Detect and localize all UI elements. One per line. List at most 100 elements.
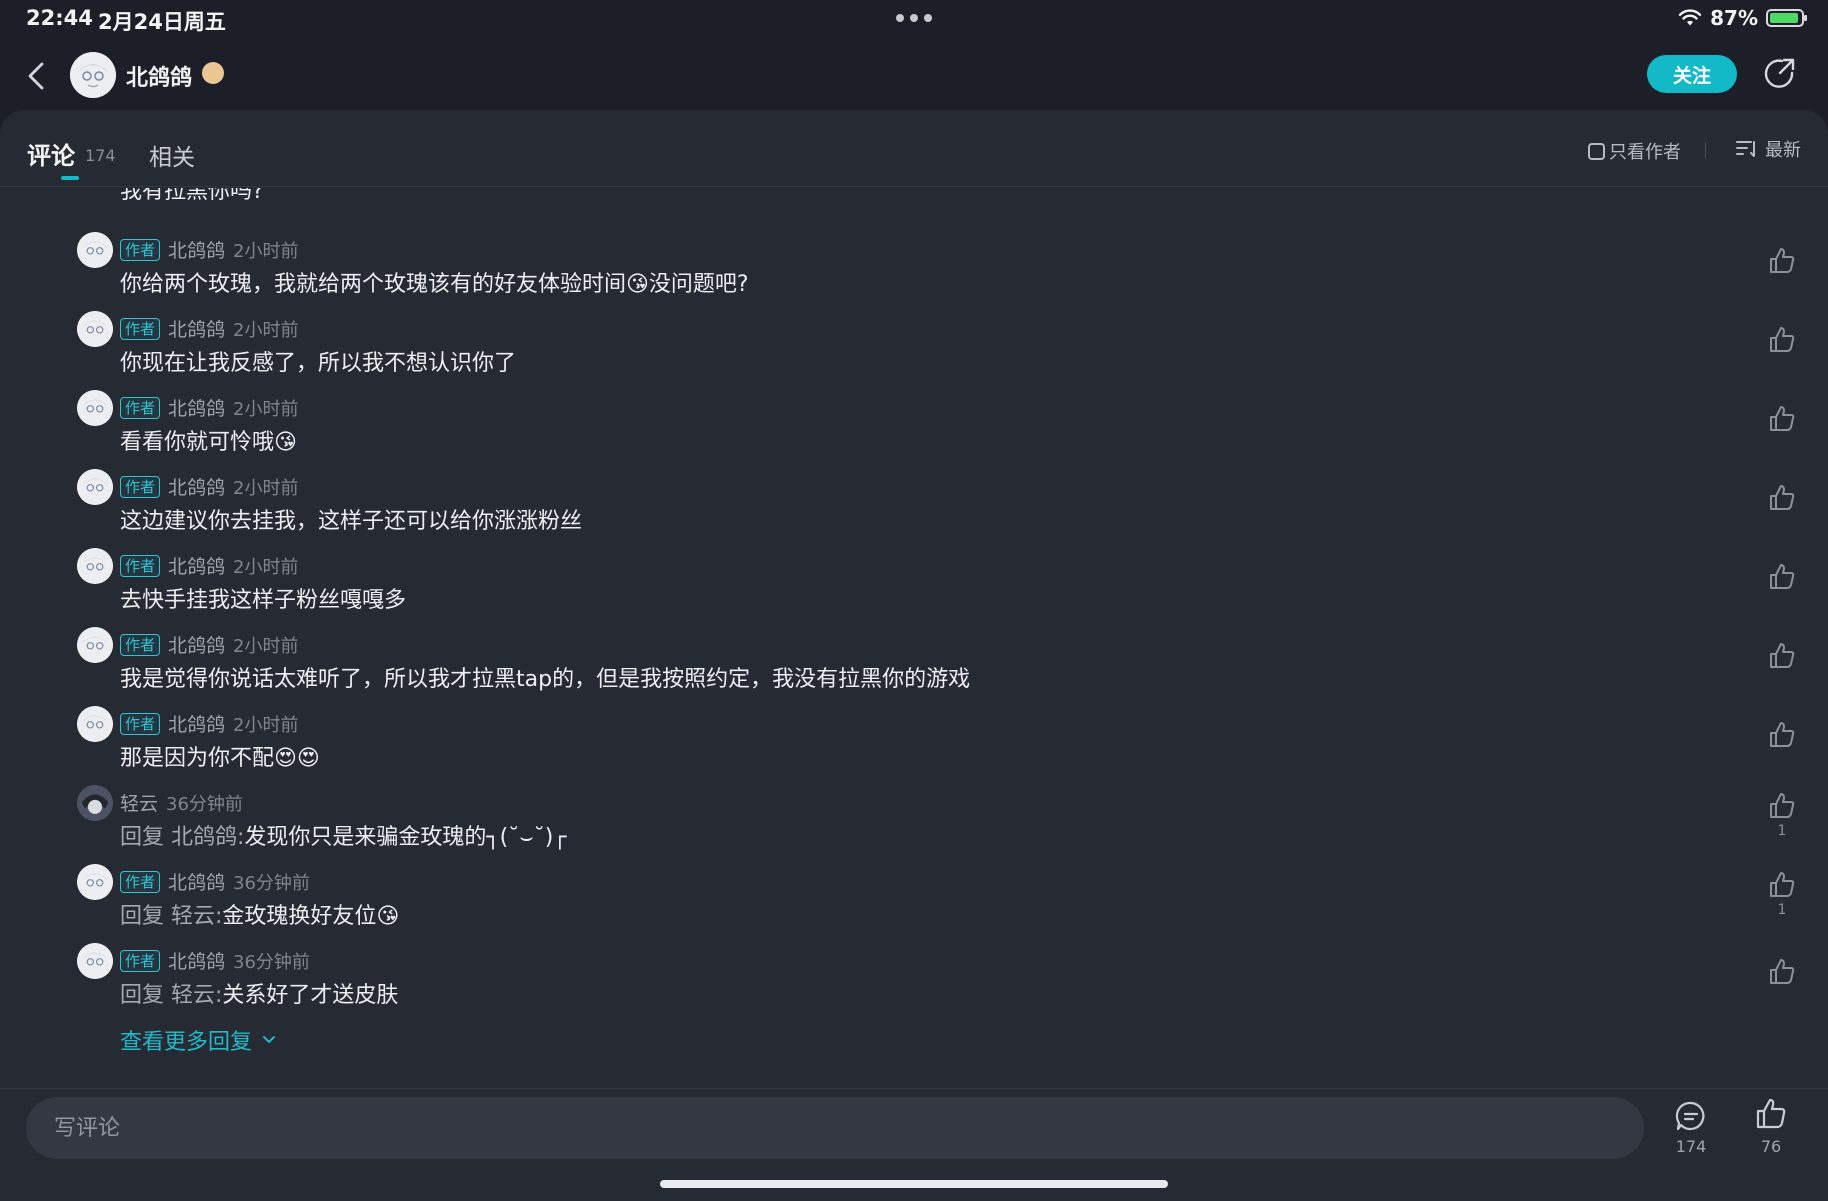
commenter-name[interactable]: 北鸽鸽 <box>168 315 225 342</box>
thumbs-up-icon[interactable] <box>1767 791 1797 821</box>
author-tag: 作者 <box>120 396 161 419</box>
avatar[interactable] <box>77 706 113 742</box>
comment-text[interactable]: 回复 轻云:金玫瑰换好友位😘 <box>120 898 399 930</box>
author-tag: 作者 <box>120 633 161 656</box>
comment-time: 2小时前 <box>233 556 299 578</box>
comment-time: 36分钟前 <box>166 793 243 815</box>
comment-row: 作者 北鸽鸽 2小时前这边建议你去挂我，这样子还可以给你涨涨粉丝 <box>0 465 1828 544</box>
comment-time: 36分钟前 <box>233 872 310 894</box>
only-author-toggle[interactable]: 只看作者 <box>1588 138 1681 164</box>
tab-related[interactable]: 相关 <box>149 138 195 172</box>
comment-text: 我有拉黑你吗? <box>120 188 264 204</box>
comment-text[interactable]: 去快手挂我这样子粉丝嘎嘎多 <box>120 582 406 614</box>
tab-comments[interactable]: 评论 <box>27 136 75 171</box>
home-indicator[interactable] <box>660 1180 1168 1188</box>
top-header: 北鸽鸽 关注 <box>0 44 1828 108</box>
comment-text[interactable]: 我是觉得你说话太难听了，所以我才拉黑tap的，但是我按照约定，我没有拉黑你的游戏 <box>120 661 970 693</box>
comment-body: 这边建议你去挂我，这样子还可以给你涨涨粉丝 <box>120 509 583 534</box>
comment-row: 轻云 36分钟前回复 北鸽鸽:发现你只是来骗金玫瑰的┐(˘⌣˘)┌ 1 <box>0 781 1828 860</box>
user-avatar[interactable] <box>70 52 116 98</box>
comment-like-count: 1 <box>1777 823 1787 839</box>
avatar[interactable] <box>77 785 113 821</box>
user-badge-icon <box>202 62 224 84</box>
thumbs-up-icon[interactable] <box>1767 957 1797 987</box>
comment-meta: 作者 北鸽鸽 2小时前 <box>120 236 298 263</box>
comment-text[interactable]: 那是因为你不配😍😍 <box>120 740 320 772</box>
comment-row-partial: 我有拉黑你吗? <box>0 188 1828 229</box>
comment-input[interactable] <box>52 1114 1556 1142</box>
commenter-name[interactable]: 北鸽鸽 <box>168 631 225 658</box>
comment-time: 2小时前 <box>233 714 299 736</box>
follow-button[interactable]: 关注 <box>1647 55 1737 93</box>
avatar[interactable] <box>77 311 113 347</box>
avatar[interactable] <box>77 943 113 979</box>
avatar[interactable] <box>77 469 113 505</box>
comment-meta: 作者 北鸽鸽 2小时前 <box>120 710 298 737</box>
comment-text[interactable]: 你给两个玫瑰，我就给两个玫瑰该有的好友体验时间😘没问题吧? <box>120 266 749 298</box>
commenter-name[interactable]: 北鸽鸽 <box>168 236 225 263</box>
thumbs-up-icon[interactable] <box>1767 483 1797 513</box>
reply-prefix: 回复 北鸽鸽: <box>120 825 245 850</box>
comment-time: 2小时前 <box>233 635 299 657</box>
thumbs-up-icon[interactable] <box>1767 325 1797 355</box>
share-icon[interactable] <box>1762 56 1798 92</box>
thumbs-up-icon[interactable] <box>1767 562 1797 592</box>
active-tab-indicator <box>61 176 79 180</box>
only-author-checkbox[interactable] <box>1588 142 1605 160</box>
author-tag: 作者 <box>120 949 161 972</box>
multitasking-dots-icon[interactable] <box>896 14 932 22</box>
comment-meta: 作者 北鸽鸽 2小时前 <box>120 315 298 342</box>
comment-text[interactable]: 看看你就可怜哦😘 <box>120 424 297 456</box>
thumbs-up-icon[interactable] <box>1754 1097 1788 1131</box>
only-author-label: 只看作者 <box>1609 142 1681 163</box>
thumbs-up-icon[interactable] <box>1767 641 1797 671</box>
author-tag: 作者 <box>120 475 161 498</box>
avatar[interactable] <box>77 232 113 268</box>
comment-time: 36分钟前 <box>233 951 310 973</box>
comment-bubble-icon[interactable] <box>1674 1099 1708 1133</box>
thumbs-up-icon[interactable] <box>1767 404 1797 434</box>
commenter-name[interactable]: 北鸽鸽 <box>168 868 225 895</box>
comment-body: 那是因为你不配😍😍 <box>120 746 320 771</box>
battery-icon <box>1766 9 1807 27</box>
commenter-name[interactable]: 北鸽鸽 <box>168 473 225 500</box>
comment-time: 2小时前 <box>233 319 299 341</box>
like-count: 76 <box>1760 1137 1782 1156</box>
commenter-name[interactable]: 北鸽鸽 <box>168 710 225 737</box>
commenter-name[interactable]: 北鸽鸽 <box>168 947 225 974</box>
comment-row: 作者 北鸽鸽 36分钟前 回复 轻云:金玫瑰换好友位😘 1 <box>0 860 1828 939</box>
thumbs-up-icon[interactable] <box>1767 246 1797 276</box>
comment-input-box[interactable] <box>26 1097 1644 1159</box>
avatar[interactable] <box>77 627 113 663</box>
comment-text[interactable]: 回复 北鸽鸽:发现你只是来骗金玫瑰的┐(˘⌣˘)┌ <box>120 819 567 851</box>
commenter-name[interactable]: 北鸽鸽 <box>168 394 225 421</box>
comment-text[interactable]: 这边建议你去挂我，这样子还可以给你涨涨粉丝 <box>120 503 582 535</box>
avatar[interactable] <box>77 864 113 900</box>
comment-time: 2小时前 <box>233 398 299 420</box>
back-arrow-icon[interactable] <box>20 58 54 94</box>
thumbs-up-icon[interactable] <box>1767 870 1797 900</box>
comment-row: 作者 北鸽鸽 2小时前你给两个玫瑰，我就给两个玫瑰该有的好友体验时间😘没问题吧? <box>0 228 1828 307</box>
view-more-replies-button[interactable]: 查看更多回复 <box>120 1024 276 1056</box>
avatar[interactable] <box>77 390 113 426</box>
user-name[interactable]: 北鸽鸽 <box>126 60 192 92</box>
comment-list[interactable]: 我有拉黑你吗? 作者 北鸽鸽 2小时前 你给两个玫瑰，我就给两个玫瑰该有的好友体验时间… <box>0 188 1828 1088</box>
comment-meta: 作者 北鸽鸽 2小时前 <box>120 552 298 579</box>
comment-time: 2小时前 <box>233 477 299 499</box>
comment-body: 关系好了才送皮肤 <box>222 983 399 1008</box>
author-tag: 作者 <box>120 317 161 340</box>
commenter-name[interactable]: 北鸽鸽 <box>168 552 225 579</box>
comment-row: 作者 北鸽鸽 2小时前你现在让我反感了，所以我不想认识你了 <box>0 307 1828 386</box>
commenter-name[interactable]: 轻云 <box>120 789 158 816</box>
avatar[interactable] <box>77 548 113 584</box>
sort-button[interactable]: 最新 <box>1735 136 1801 162</box>
author-tag: 作者 <box>120 238 161 261</box>
sort-label: 最新 <box>1765 140 1801 161</box>
comment-row: 作者 北鸽鸽 2小时前看看你就可怜哦😘 <box>0 386 1828 465</box>
tab-comments-count: 174 <box>85 146 116 165</box>
comment-meta: 作者 北鸽鸽 2小时前 <box>120 394 298 421</box>
comment-text[interactable]: 回复 轻云:关系好了才送皮肤 <box>120 977 398 1009</box>
comment-text[interactable]: 你现在让我反感了，所以我不想认识你了 <box>120 345 516 377</box>
comment-body: 看看你就可怜哦😘 <box>120 430 297 455</box>
thumbs-up-icon[interactable] <box>1767 720 1797 750</box>
